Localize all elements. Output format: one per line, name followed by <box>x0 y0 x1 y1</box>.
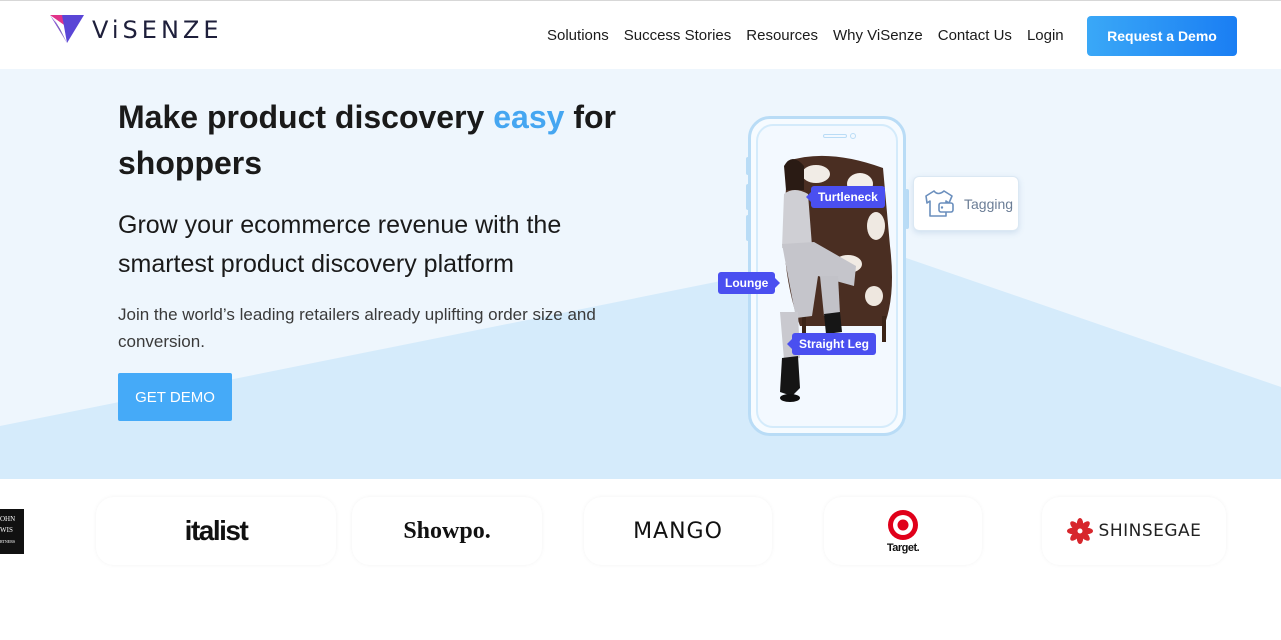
nav-contact-us[interactable]: Contact Us <box>938 27 1012 44</box>
hero-section: Make product discovery easy for shoppers… <box>0 69 1281 479</box>
showpo-logo: Showpo. <box>403 517 491 544</box>
logo-card-target: Target. <box>824 497 982 565</box>
nav-why-visenze[interactable]: Why ViSenze <box>833 27 923 44</box>
target-bullseye-icon <box>887 509 918 540</box>
tag-turtleneck: Turtleneck <box>806 186 885 208</box>
shinsegae-flower-icon <box>1066 518 1093 544</box>
hero-body-text: Join the world’s leading retailers alrea… <box>118 305 596 351</box>
logo-wordmark: ViSENZE <box>92 16 223 44</box>
site-header: ViSENZE Solutions Success Stories Resour… <box>0 0 1281 69</box>
tagging-feature-card: Tagging <box>913 176 1019 231</box>
nav-solutions[interactable]: Solutions <box>547 27 609 44</box>
target-wordmark: Target. <box>886 541 920 554</box>
john-lewis-logo: OHN WIS RTNERS <box>0 509 24 554</box>
target-logo: Target. <box>886 509 920 554</box>
shirt-tag-icon <box>925 189 954 217</box>
logo-card-showpo: Showpo. <box>352 497 542 565</box>
tagging-label: Tagging <box>964 195 1014 212</box>
logo-card-italist: italist <box>96 497 336 565</box>
logo-card-shinsegae: SHINSEGAE <box>1042 497 1226 565</box>
main-nav: Solutions Success Stories Resources Why … <box>547 27 1071 44</box>
john-lewis-line: OHN <box>0 515 16 523</box>
request-demo-button[interactable]: Request a Demo <box>1087 16 1237 56</box>
headline-accent: easy <box>493 99 565 135</box>
hero-headline: Make product discovery easy for shoppers <box>118 94 658 186</box>
get-demo-button[interactable]: GET DEMO <box>118 373 232 421</box>
shinsegae-wordmark: SHINSEGAE <box>1098 521 1202 541</box>
john-lewis-line: WIS <box>0 526 13 534</box>
client-logos-strip: OHN WIS RTNERS italist Showpo. MANGO Tar… <box>0 479 1281 640</box>
hero-subheading: Grow your ecommerce revenue with the sma… <box>118 211 562 278</box>
john-lewis-line: RTNERS <box>0 539 16 544</box>
tag-lounge: Lounge <box>718 272 781 294</box>
phone-screen <box>756 124 898 428</box>
nav-success-stories[interactable]: Success Stories <box>624 27 732 44</box>
nav-resources[interactable]: Resources <box>746 27 818 44</box>
nav-login[interactable]: Login <box>1027 27 1064 44</box>
visenze-logo-mark-icon <box>50 15 84 43</box>
shinsegae-logo: SHINSEGAE <box>1066 518 1202 544</box>
italist-logo: italist <box>184 515 249 546</box>
visenze-logo[interactable]: ViSENZE <box>50 14 223 46</box>
logo-card-mango: MANGO <box>584 497 772 565</box>
tag-straight-leg: Straight Leg <box>786 333 877 355</box>
mango-logo: MANGO <box>633 518 723 544</box>
headline-text-1: Make product discovery <box>118 99 494 135</box>
